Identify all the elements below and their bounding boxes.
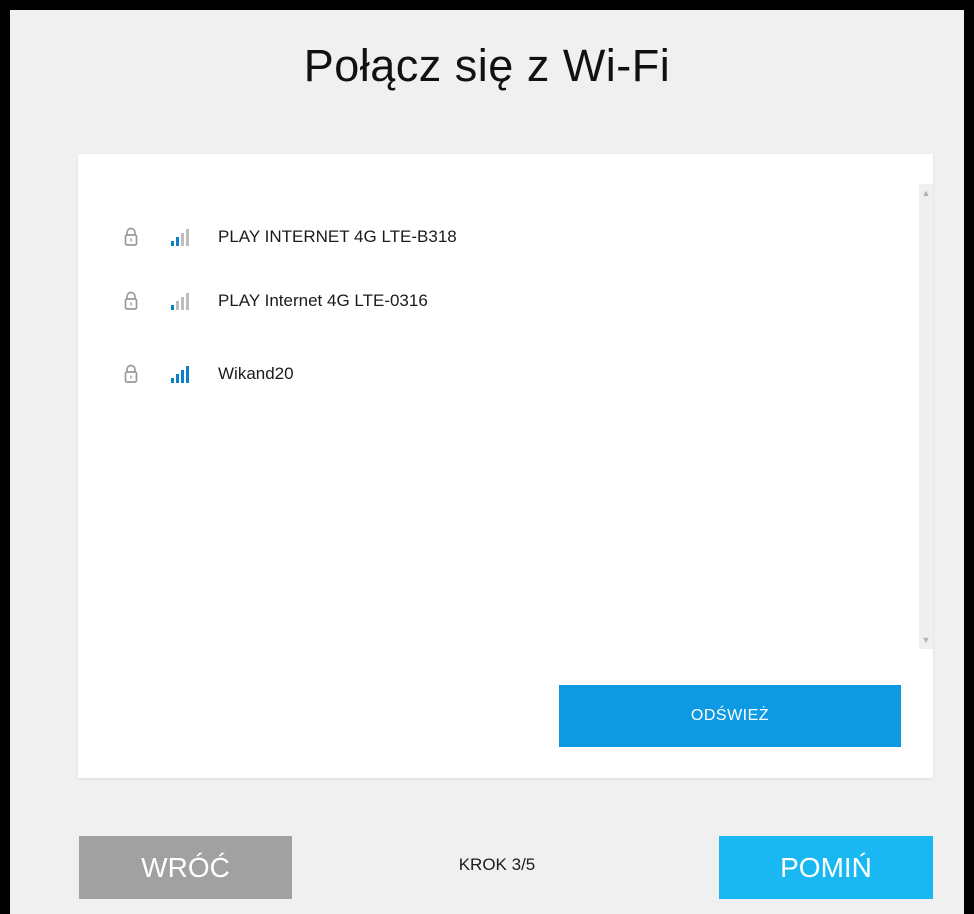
chevron-up-icon[interactable]: ▲: [919, 186, 933, 200]
network-item[interactable]: PLAY Internet 4G LTE-0316: [122, 281, 428, 321]
lock-icon: [122, 290, 140, 312]
back-button[interactable]: WRÓĆ: [79, 836, 292, 899]
wifi-network-panel: PLAY INTERNET 4G LTE-B318 PLAY Internet …: [78, 154, 933, 778]
network-ssid: Wikand20: [218, 364, 294, 383]
network-ssid: PLAY INTERNET 4G LTE-B318: [218, 227, 457, 246]
wifi-setup-screen: Połącz się z Wi-Fi PLAY INTERNET 4G LTE-…: [10, 10, 964, 914]
lock-icon: [122, 226, 140, 248]
refresh-button[interactable]: ODŚWIEŻ: [559, 685, 901, 747]
network-item[interactable]: PLAY INTERNET 4G LTE-B318: [122, 217, 457, 257]
network-item[interactable]: Wikand20: [122, 354, 294, 394]
wifi-network-list: PLAY INTERNET 4G LTE-B318 PLAY Internet …: [78, 154, 908, 654]
page-title: Połącz się z Wi-Fi: [303, 40, 671, 91]
network-list-scrollbar[interactable]: ▲ ▼: [919, 184, 933, 649]
chevron-down-icon[interactable]: ▼: [919, 633, 933, 647]
wifi-signal-icon: [170, 365, 194, 383]
wifi-signal-icon: [170, 228, 194, 246]
skip-button[interactable]: POMIŃ: [719, 836, 933, 899]
wifi-signal-icon: [170, 292, 194, 310]
step-indicator: KROK 3/5: [458, 855, 536, 874]
network-ssid: PLAY Internet 4G LTE-0316: [218, 291, 428, 310]
lock-icon: [122, 363, 140, 385]
